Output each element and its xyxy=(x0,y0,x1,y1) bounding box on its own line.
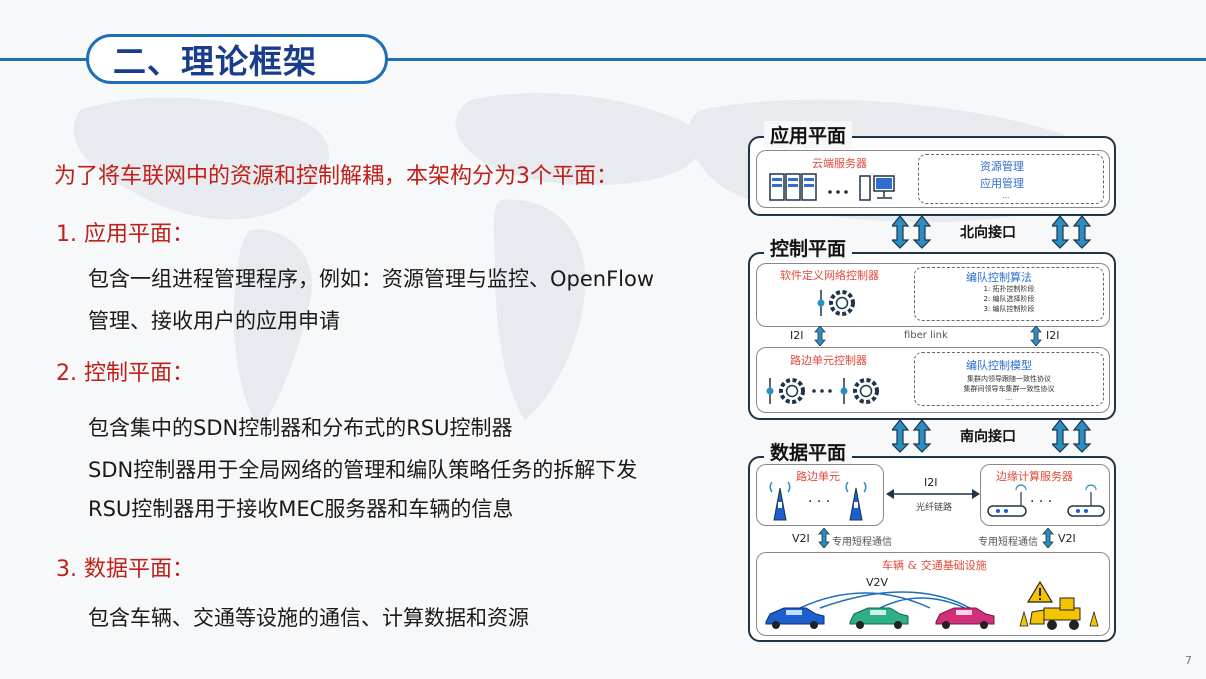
v2i-right-label: V2I xyxy=(1058,532,1076,545)
car-green-icon xyxy=(849,607,909,629)
section-control-line-3: RSU控制器用于接收MEC服务器和车辆的信息 xyxy=(88,497,514,521)
bulldozer-icon xyxy=(1029,597,1081,630)
vehicles-label: 车辆 & 交通基础设施 xyxy=(882,559,987,572)
gear-icon xyxy=(817,290,855,316)
data-plane-label: 数据平面 xyxy=(764,438,853,465)
rsu-unit-ellipsis: · · · xyxy=(808,494,831,510)
double-arrow-icon xyxy=(886,489,980,499)
car-blue-icon xyxy=(765,607,825,629)
up-down-arrow-icon xyxy=(814,326,826,346)
data-i2i-label: I2I xyxy=(924,476,938,489)
app-mgmt-ellipsis: ... xyxy=(1002,192,1010,200)
section-title-app: 1. 应用平面： xyxy=(56,222,194,247)
model-item-2: 集群间领导车集群一致性协议 xyxy=(963,385,1055,393)
up-down-arrow-icon xyxy=(1030,326,1042,346)
rsu-controller-label: 路边单元控制器 xyxy=(790,354,867,367)
section-control-line-1: 包含集中的SDN控制器和分布式的RSU控制器 xyxy=(88,416,513,440)
up-down-arrow-icon xyxy=(818,528,830,548)
section-app-line-1: 包含一组进程管理程序，例如：资源管理与监控、OpenFlow xyxy=(88,267,655,291)
north-arrow-right-icon xyxy=(1052,215,1092,249)
north-interface-label: 北向接口 xyxy=(960,225,1016,241)
sdn-controller-label: 软件定义网络控制器 xyxy=(780,269,879,282)
up-down-arrow-icon xyxy=(1042,528,1054,548)
model-item-1: 集群内领导跟随一致性协议 xyxy=(967,375,1051,383)
edge-server-ellipsis: · · · xyxy=(1030,494,1053,510)
south-arrow-left-icon xyxy=(892,419,932,453)
fiber-link-cn-label: 光纤链路 xyxy=(915,503,952,513)
south-interface-label: 南向接口 xyxy=(960,429,1016,445)
fiber-link-label: fiber link xyxy=(904,330,948,341)
v2i-left-label: V2I xyxy=(792,532,810,545)
section-title-control: 2. 控制平面： xyxy=(56,361,194,386)
resource-mgmt-label: 资源管理 xyxy=(980,160,1024,173)
south-arrow-right-icon xyxy=(1052,419,1092,453)
algo-item-3: 3: 编队控制阶段 xyxy=(983,305,1035,313)
i2i-right-label: I2I xyxy=(1046,329,1060,342)
dsrc-right-label: 专用短程通信 xyxy=(978,537,1038,548)
section-app-line-2: 管理、接收用户的应用申请 xyxy=(88,309,340,333)
section-data-line-1: 包含车辆、交通等设施的通信、计算数据和资源 xyxy=(88,606,529,630)
vehicles-scene xyxy=(765,580,1099,630)
algo-item-1: 1: 拓扑控制阶段 xyxy=(983,285,1035,293)
car-pink-icon xyxy=(935,607,995,629)
page-title: 二、理论框架 xyxy=(113,42,317,81)
app-mgmt-label: 应用管理 xyxy=(980,177,1024,190)
intro-text: 为了将车联网中的资源和控制解耦，本架构分为3个平面： xyxy=(54,164,618,189)
warning-sign-icon xyxy=(1026,580,1054,603)
i2i-left-label: I2I xyxy=(790,329,804,342)
model-title: 编队控制模型 xyxy=(966,359,1032,372)
control-plane-label: 控制平面 xyxy=(764,234,853,261)
architecture-diagram: 应用平面 云端服务器 资源管理 应用管理 ... 北向接口 控制平面 软件定义网… xyxy=(746,118,1118,644)
title-pill: 二、理论框架 xyxy=(86,34,388,84)
north-arrow-left-icon xyxy=(892,215,932,249)
cloud-server-icons xyxy=(769,173,895,201)
cloud-server-label: 云端服务器 xyxy=(812,157,867,170)
algo-title: 编队控制算法 xyxy=(966,271,1032,284)
section-control-line-2: SDN控制器用于全局网络的管理和编队策略任务的拆解下发 xyxy=(88,458,638,482)
algo-item-2: 2: 编队选择阶段 xyxy=(983,295,1035,303)
page-number: 7 xyxy=(1185,654,1192,667)
dsrc-left-label: 专用短程通信 xyxy=(832,537,892,548)
section-title-data: 3. 数据平面： xyxy=(56,557,194,582)
model-item-3: ... xyxy=(1005,394,1013,402)
app-plane-label: 应用平面 xyxy=(764,121,853,148)
rsu-gears-icon xyxy=(766,378,879,404)
